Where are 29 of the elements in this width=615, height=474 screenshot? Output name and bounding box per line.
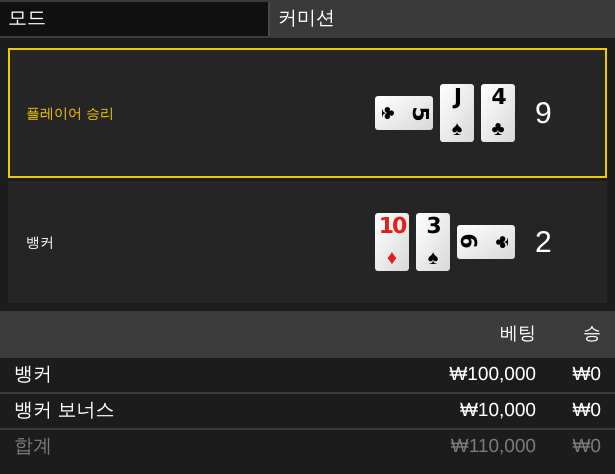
hand-label: 플레이어 승리	[26, 104, 115, 122]
card-suit: ♠	[452, 119, 462, 139]
card-suit: ♦	[386, 248, 398, 268]
table-cell-text: 뱅커 보너스	[14, 398, 116, 423]
header-cell: 커미션	[268, 2, 615, 36]
card-rank: 10	[378, 216, 406, 238]
column-header: 베팅	[499, 322, 536, 345]
hand-score: 9	[535, 96, 553, 132]
card-rank: 3	[426, 216, 440, 238]
table-cell-text: ₩0	[572, 434, 601, 459]
card-rank: 9	[460, 235, 482, 249]
table-cell-text: ₩0	[572, 362, 601, 387]
card-suit: ♣	[491, 119, 505, 139]
card-rank: 4	[491, 87, 505, 109]
table-cell-text: ₩0	[572, 398, 601, 423]
table-cell-text: ₩10,000	[458, 398, 536, 423]
table-cell-text: ₩110,000	[450, 434, 536, 459]
card-rank: J	[454, 87, 460, 109]
hand-score: 2	[535, 224, 553, 260]
card-suit: ♣	[492, 235, 512, 249]
table-cell-text: 뱅커	[14, 362, 53, 387]
card-suit: ♠	[428, 248, 438, 268]
card-suit: ♣	[378, 106, 398, 120]
hand-label: 뱅커	[26, 232, 55, 252]
header-cell: 모드	[0, 2, 268, 36]
card-rank: 5	[408, 106, 430, 120]
table-cell-text: 합계	[14, 434, 53, 459]
table-cell-text: ₩100,000	[448, 362, 536, 387]
column-header: 승	[582, 322, 601, 345]
